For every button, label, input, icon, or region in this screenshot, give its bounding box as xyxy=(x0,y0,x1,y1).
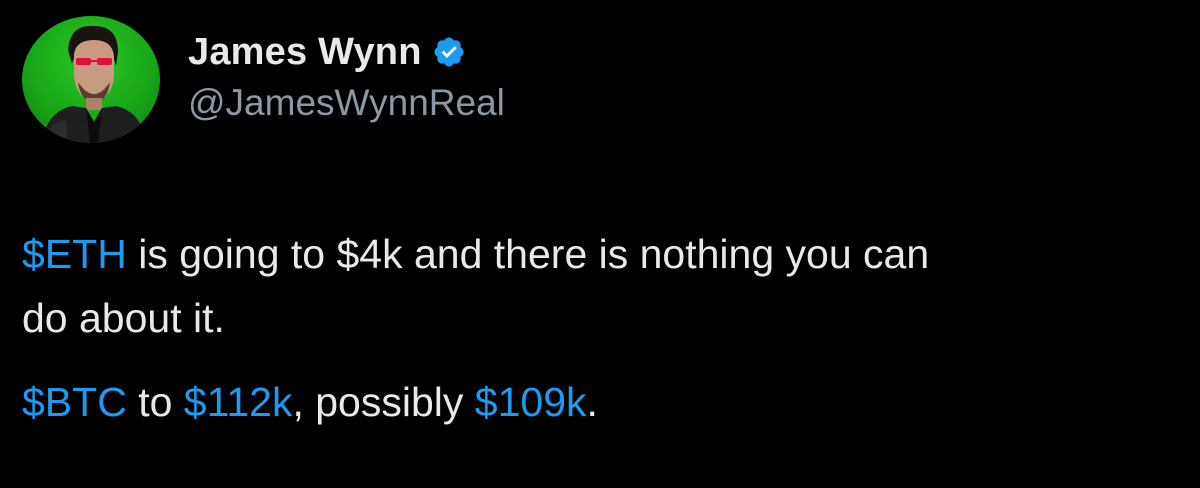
tweet-text: is going to $4k and there is nothing you… xyxy=(126,231,930,277)
tweet-paragraph-2: $BTC to $112k, possibly $109k. xyxy=(22,370,1200,434)
tweet-card: James Wynn @JamesWynnReal $ETH is going … xyxy=(0,0,1200,488)
verified-badge-icon[interactable] xyxy=(432,35,466,69)
tweet-text: to xyxy=(126,379,184,425)
avatar-portrait-icon xyxy=(42,25,146,143)
tweet-body: $ETH is going to $4k and there is nothin… xyxy=(22,222,1200,434)
tweet-paragraph-1: $ETH is going to $4k and there is nothin… xyxy=(22,222,1200,350)
tweet-text: , possibly xyxy=(292,379,475,425)
profile-avatar[interactable] xyxy=(22,15,160,143)
author-handle[interactable]: @JamesWynnReal xyxy=(188,82,505,124)
tweet-text: do about it. xyxy=(22,295,225,341)
cashtag-112k[interactable]: $112k xyxy=(184,379,293,425)
display-name[interactable]: James Wynn xyxy=(188,31,422,74)
name-row: James Wynn xyxy=(188,28,505,76)
cashtag-109k[interactable]: $109k xyxy=(475,379,587,425)
cashtag-eth[interactable]: $ETH xyxy=(22,231,127,277)
cashtag-btc[interactable]: $BTC xyxy=(22,379,127,425)
tweet-text: . xyxy=(586,379,598,425)
tweet-header: James Wynn @JamesWynnReal xyxy=(22,14,505,144)
author-identity: James Wynn @JamesWynnReal xyxy=(188,28,505,124)
